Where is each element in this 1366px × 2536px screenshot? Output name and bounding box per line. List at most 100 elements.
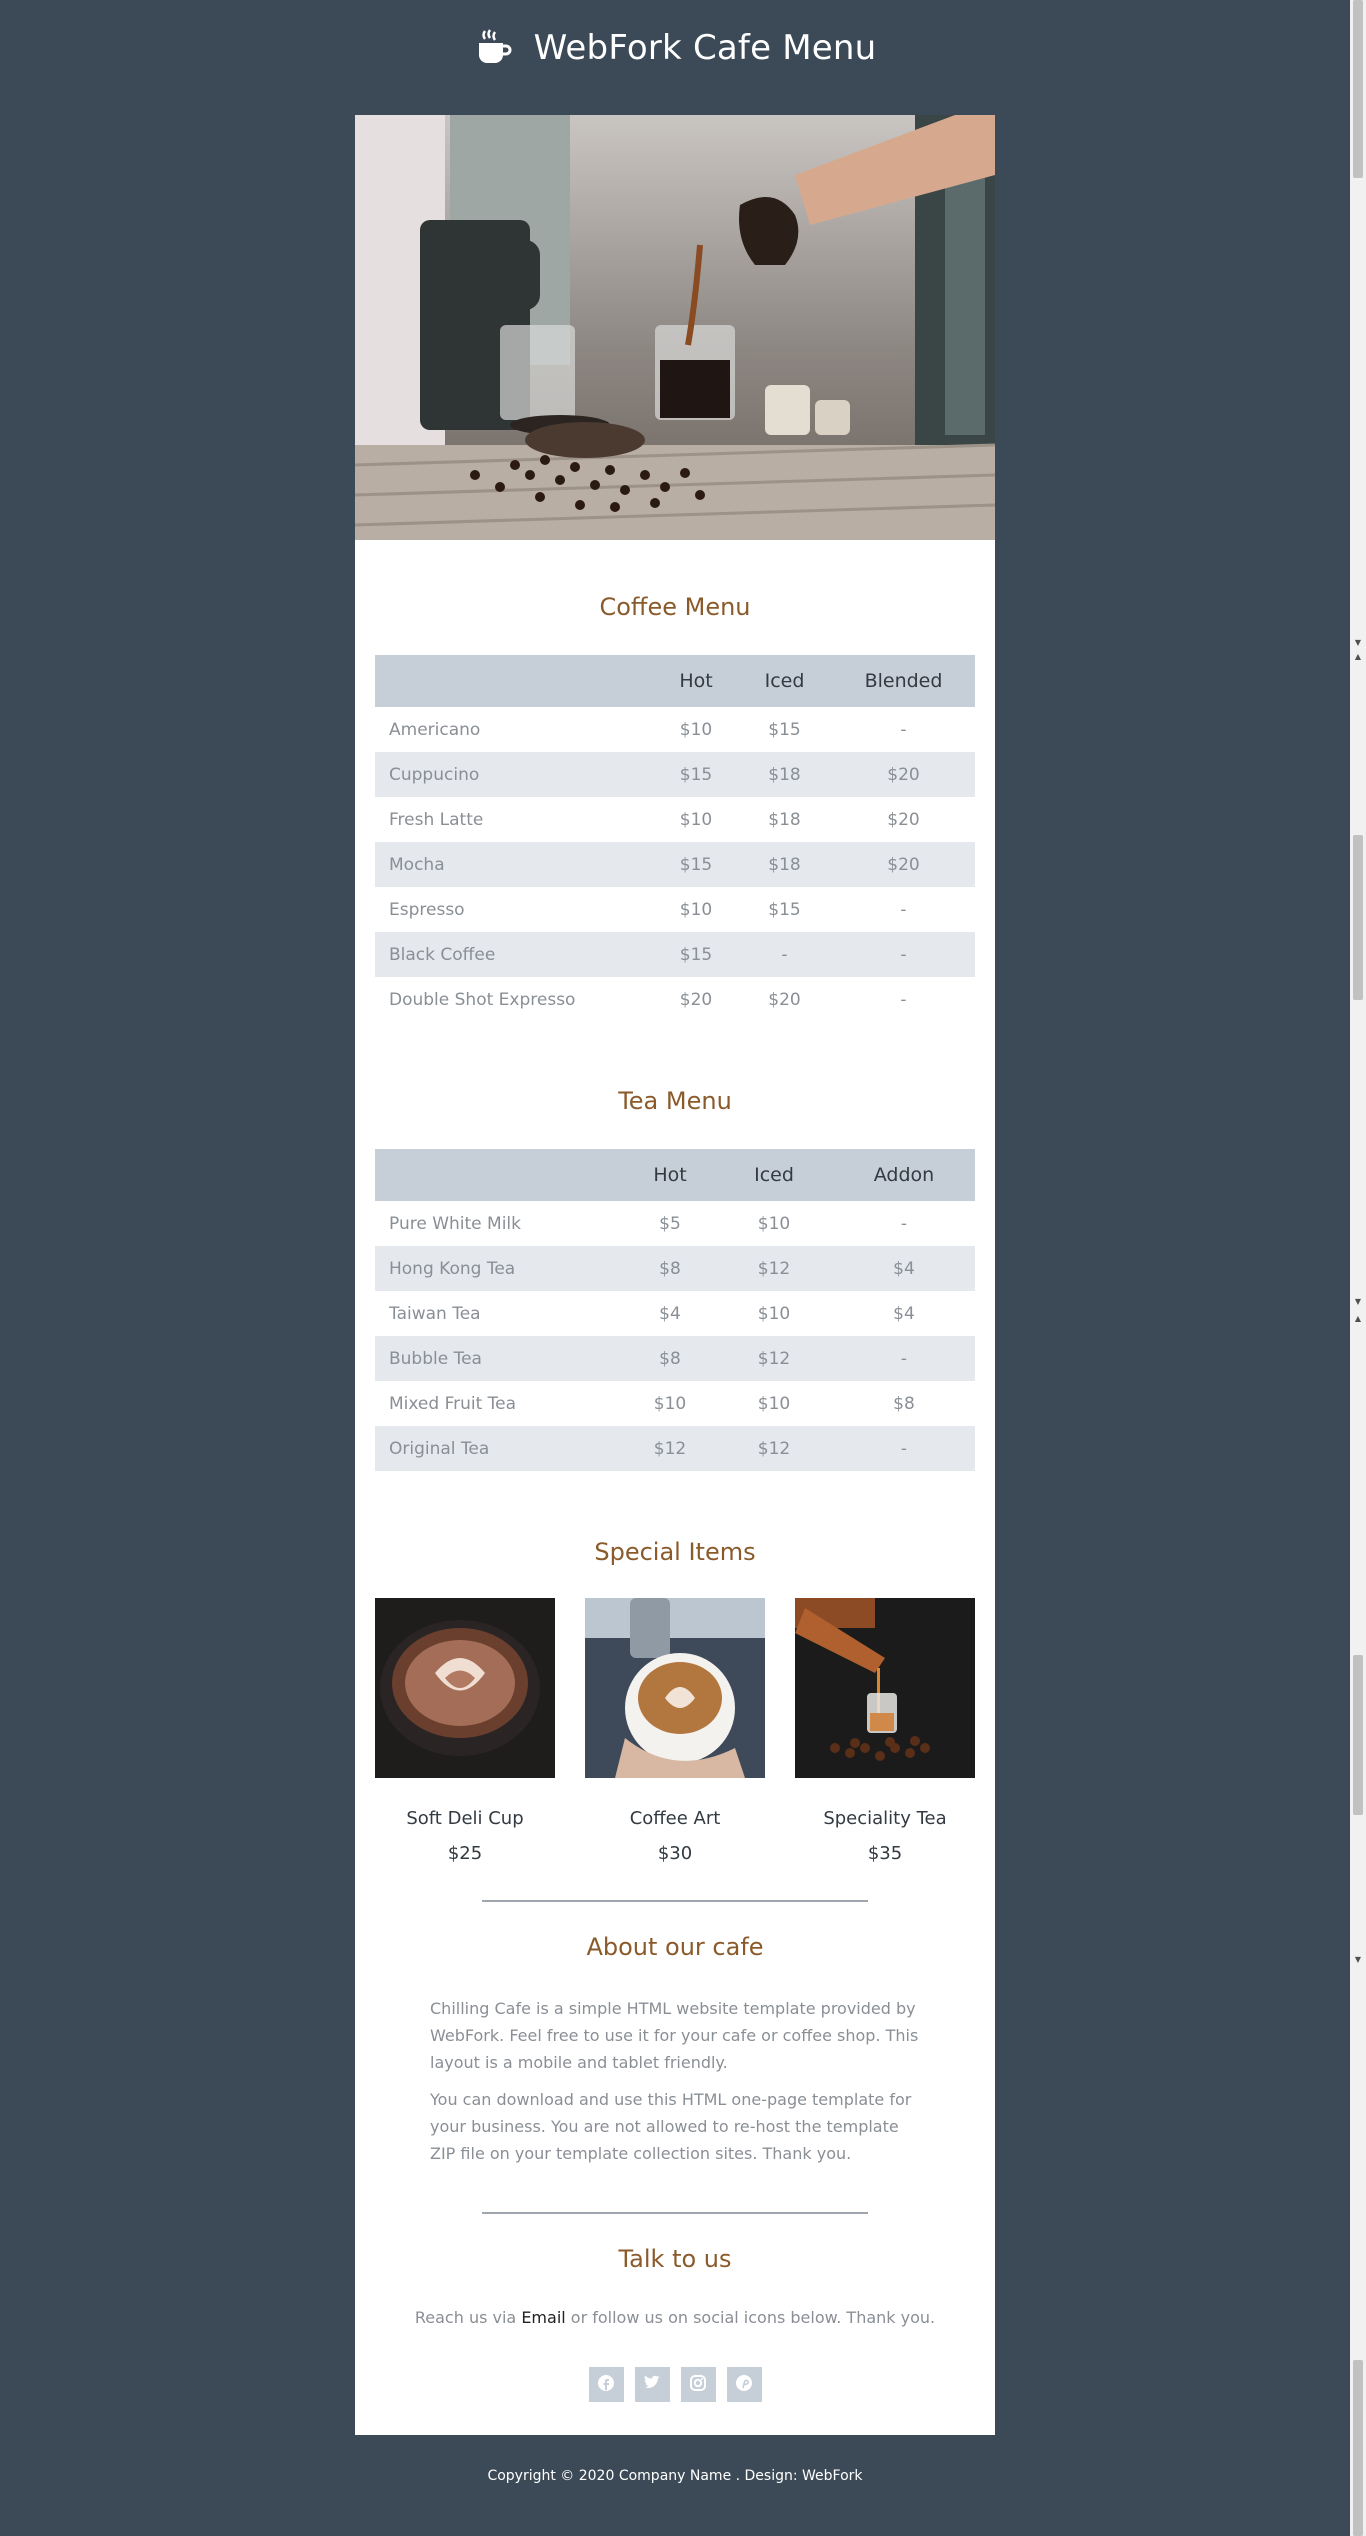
pinterest-icon bbox=[735, 2374, 753, 2396]
special-item-price: $25 bbox=[447, 1843, 483, 1864]
item-name: Black Coffee bbox=[375, 932, 655, 977]
price-iced: $20 bbox=[768, 989, 801, 1010]
tea-menu-table: Hot Iced Addon Pure White Milk $5 $10 - … bbox=[375, 1149, 975, 1471]
table-row: Mixed Fruit Tea $10 $10 $8 bbox=[375, 1381, 975, 1426]
facebook-button[interactable] bbox=[588, 2367, 624, 2402]
price-iced: $18 bbox=[768, 809, 801, 830]
price-addon: - bbox=[833, 1426, 975, 1471]
item-name: Mixed Fruit Tea bbox=[389, 1393, 517, 1414]
price-addon: - bbox=[900, 1213, 908, 1234]
scroll-down-arrow-icon[interactable]: ▼ bbox=[1353, 1955, 1363, 1965]
column-header-blended: Blended bbox=[832, 655, 975, 707]
table-row: Fresh Latte $10 $18 $20 bbox=[375, 797, 975, 842]
contact-text-before: Reach us via bbox=[414, 2308, 522, 2327]
vertical-scrollbar[interactable]: ▼ ▲ ▼ ▲ ▼ bbox=[1350, 0, 1366, 2536]
table-header-row: Hot Iced Addon bbox=[375, 1149, 975, 1201]
column-header bbox=[375, 655, 655, 707]
price-hot: $10 bbox=[679, 899, 713, 920]
price-hot: $10 bbox=[679, 809, 713, 830]
price-iced: $10 bbox=[757, 1213, 791, 1234]
item-name: Americano bbox=[389, 719, 481, 740]
special-item-card: Soft Deli Cup $25 bbox=[375, 1598, 555, 1864]
table-header-row: Hot Iced Blended bbox=[375, 655, 975, 707]
special-item-name: Coffee Art bbox=[629, 1808, 721, 1829]
price-blended: $20 bbox=[832, 752, 975, 797]
site-footer: Copyright © 2020 Company Name . Design: … bbox=[487, 2468, 863, 2484]
price-addon: - bbox=[833, 1336, 975, 1381]
item-name: Espresso bbox=[389, 899, 465, 920]
pinterest-button[interactable] bbox=[726, 2367, 762, 2402]
scroll-up-arrow-icon[interactable]: ▲ bbox=[1353, 1314, 1363, 1324]
instagram-icon bbox=[689, 2374, 707, 2396]
item-name: Pure White Milk bbox=[389, 1213, 521, 1234]
price-addon: $8 bbox=[893, 1393, 915, 1414]
scroll-up-arrow-icon[interactable]: ▲ bbox=[1353, 652, 1363, 662]
coffee-menu-table: Hot Iced Blended Americano $10 $15 - Cup… bbox=[375, 655, 975, 1022]
price-blended: - bbox=[900, 899, 907, 920]
column-header-iced: Iced bbox=[715, 1149, 833, 1201]
price-iced: $15 bbox=[768, 899, 801, 920]
section-divider bbox=[482, 1900, 868, 1902]
scrollbar-thumb[interactable] bbox=[1353, 0, 1363, 178]
special-item-name: Soft Deli Cup bbox=[406, 1808, 524, 1829]
main-card: Coffee Menu Hot Iced Blended Americano $… bbox=[355, 115, 995, 2435]
about-title: About our cafe bbox=[586, 1933, 764, 1961]
site-title: WebFork Cafe Menu bbox=[533, 28, 877, 68]
price-iced: $12 bbox=[715, 1426, 833, 1471]
item-name: Double Shot Expresso bbox=[389, 989, 576, 1010]
price-blended: $20 bbox=[832, 842, 975, 887]
price-hot: $8 bbox=[625, 1246, 715, 1291]
scroll-down-arrow-icon[interactable]: ▼ bbox=[1353, 1297, 1363, 1307]
scroll-down-arrow-icon[interactable]: ▼ bbox=[1353, 638, 1363, 648]
price-iced: $12 bbox=[715, 1336, 833, 1381]
price-hot: $10 bbox=[653, 1393, 687, 1414]
special-item-price: $35 bbox=[867, 1843, 903, 1864]
column-header-hot: Hot bbox=[625, 1149, 715, 1201]
scrollbar-thumb[interactable] bbox=[1353, 2360, 1363, 2536]
table-row: Pure White Milk $5 $10 - bbox=[375, 1201, 975, 1246]
social-links bbox=[355, 2367, 995, 2402]
special-item-card: Coffee Art $30 bbox=[585, 1598, 765, 1864]
price-iced: $10 bbox=[757, 1393, 791, 1414]
special-item-image bbox=[585, 1598, 765, 1778]
table-row: Cuppucino $15 $18 $20 bbox=[375, 752, 975, 797]
table-row: Bubble Tea $8 $12 - bbox=[375, 1336, 975, 1381]
special-item-name: Speciality Tea bbox=[823, 1808, 947, 1829]
column-header-hot: Hot bbox=[655, 655, 737, 707]
tea-menu-title: Tea Menu bbox=[618, 1087, 732, 1115]
section-divider bbox=[482, 2212, 868, 2214]
table-row: Black Coffee $15 - - bbox=[375, 932, 975, 977]
item-name: Mocha bbox=[375, 842, 655, 887]
table-row: Mocha $15 $18 $20 bbox=[375, 842, 975, 887]
price-iced: $18 bbox=[737, 752, 832, 797]
item-name: Fresh Latte bbox=[389, 809, 484, 830]
item-name: Taiwan Tea bbox=[389, 1303, 481, 1324]
item-name: Hong Kong Tea bbox=[375, 1246, 625, 1291]
table-row: Hong Kong Tea $8 $12 $4 bbox=[375, 1246, 975, 1291]
about-paragraph-2: You can download and use this HTML one-p… bbox=[430, 2090, 912, 2163]
item-name: Bubble Tea bbox=[375, 1336, 625, 1381]
twitter-button[interactable] bbox=[634, 2367, 670, 2402]
price-blended: - bbox=[900, 719, 907, 740]
price-hot: $20 bbox=[679, 989, 713, 1010]
coffee-cup-icon bbox=[474, 28, 514, 68]
scrollbar-thumb[interactable] bbox=[1353, 1655, 1363, 1815]
price-iced: $15 bbox=[768, 719, 801, 740]
email-link[interactable]: Email bbox=[521, 2308, 565, 2327]
price-hot: $4 bbox=[659, 1303, 681, 1324]
price-blended: $20 bbox=[887, 809, 920, 830]
table-row: Double Shot Expresso $20 $20 - bbox=[375, 977, 975, 1022]
price-iced: $10 bbox=[757, 1303, 791, 1324]
scrollbar-thumb[interactable] bbox=[1353, 835, 1363, 1000]
contact-text: Reach us via Email or follow us on socia… bbox=[355, 2308, 995, 2327]
price-iced: - bbox=[737, 932, 832, 977]
price-iced: $12 bbox=[715, 1246, 833, 1291]
special-item-image bbox=[375, 1598, 555, 1778]
price-hot: $10 bbox=[679, 719, 713, 740]
table-row: Americano $10 $15 - bbox=[375, 707, 975, 752]
instagram-button[interactable] bbox=[680, 2367, 716, 2402]
column-header bbox=[375, 1149, 625, 1201]
column-header-addon: Addon bbox=[833, 1149, 975, 1201]
price-hot: $8 bbox=[625, 1336, 715, 1381]
about-paragraph-1: Chilling Cafe is a simple HTML website t… bbox=[430, 1999, 919, 2072]
